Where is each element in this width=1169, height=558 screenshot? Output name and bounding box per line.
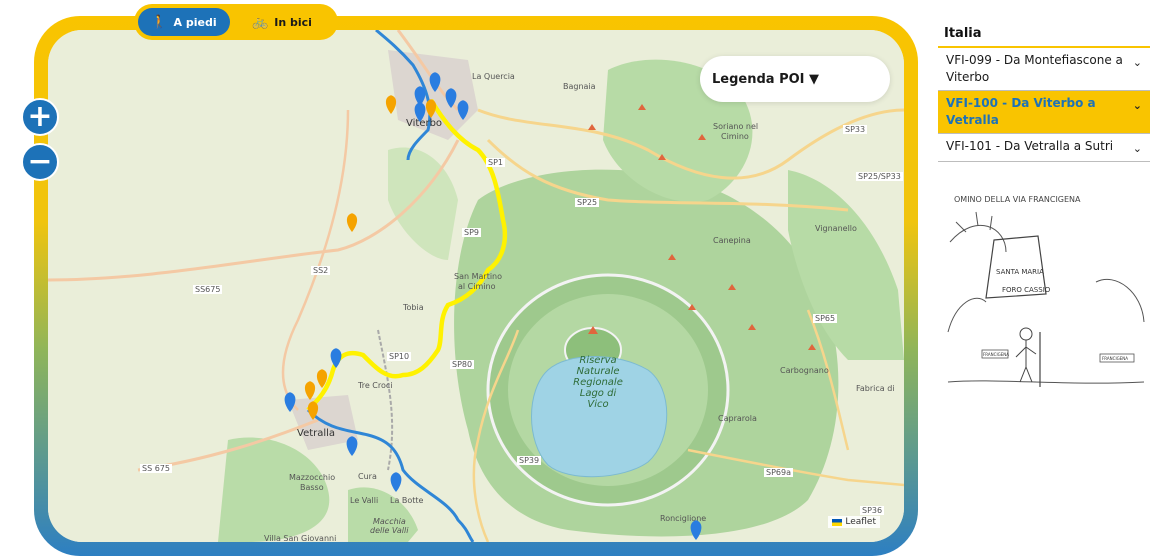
route-item-vfi-101[interactable]: VFI-101 - Da Vetralla a Sutri ⌄ xyxy=(938,134,1150,162)
poi-blue-marker[interactable] xyxy=(690,520,702,540)
poi-orange-marker[interactable] xyxy=(304,381,316,400)
poi-blue-marker[interactable] xyxy=(457,100,469,120)
poi-blue-marker[interactable] xyxy=(414,102,426,122)
drawing-small-sign-right: FRANCIGENA xyxy=(1102,356,1128,361)
drawing-caption: OMINO DELLA VIA FRANCIGENA xyxy=(954,195,1081,204)
poi-layer xyxy=(284,72,702,540)
chevron-down-icon: ⌄ xyxy=(1132,99,1142,112)
zoom-out-button[interactable]: − xyxy=(21,143,59,181)
poi-orange-marker[interactable] xyxy=(307,401,319,420)
drawing-sign2: FORO CASSIO xyxy=(1002,286,1051,294)
route-label: VFI-101 - Da Vetralla a Sutri xyxy=(946,139,1114,153)
chevron-down-icon: ⌄ xyxy=(1132,142,1142,155)
route-label: VFI-099 - Da Montefiascone a Viterbo xyxy=(946,53,1123,84)
poi-blue-marker[interactable] xyxy=(284,392,296,412)
bike-mode-button[interactable]: 🚲 In bici xyxy=(230,8,334,36)
map-attribution[interactable]: Leaflet xyxy=(828,516,880,528)
map-frame: Viterbo La Quercia Bagnaia Soriano nel C… xyxy=(34,16,918,556)
poi-blue-marker[interactable] xyxy=(390,472,402,492)
country-heading: Italia xyxy=(938,20,1150,48)
ukraine-flag-icon xyxy=(832,518,843,526)
route-item-vfi-100[interactable]: VFI-100 - Da Viterbo a Vetralla ⌄ xyxy=(938,91,1150,134)
route-sidebar: Italia VFI-099 - Da Montefiascone a Vite… xyxy=(938,20,1150,162)
travel-mode-toggle: 🚶 A piedi 🚲 In bici xyxy=(134,4,338,40)
route-label: VFI-100 - Da Viterbo a Vetralla xyxy=(946,96,1096,127)
poi-orange-marker[interactable] xyxy=(316,369,328,388)
drawing-sign: SANTA MARIA xyxy=(996,268,1044,276)
poi-orange-marker[interactable] xyxy=(425,99,437,118)
poi-orange-marker[interactable] xyxy=(346,213,358,232)
legend-poi-button[interactable]: Legenda POI ▼ xyxy=(700,56,890,102)
poi-blue-marker[interactable] xyxy=(445,88,457,108)
route-item-vfi-099[interactable]: VFI-099 - Da Montefiascone a Viterbo ⌄ xyxy=(938,48,1150,91)
zoom-in-button[interactable]: + xyxy=(21,98,59,136)
drawing-small-sign-left: FRANCIGENA xyxy=(983,352,1009,357)
poi-blue-marker[interactable] xyxy=(346,436,358,456)
bicycle-icon: 🚲 xyxy=(252,14,269,30)
hiker-icon: 🚶 xyxy=(151,14,168,30)
poi-orange-marker[interactable] xyxy=(385,95,397,114)
poi-blue-marker[interactable] xyxy=(330,348,342,368)
map-canvas[interactable]: Viterbo La Quercia Bagnaia Soriano nel C… xyxy=(48,30,904,542)
poi-blue-marker[interactable] xyxy=(429,72,441,92)
chevron-down-icon: ⌄ xyxy=(1132,56,1142,69)
child-drawing-image: OMINO DELLA VIA FRANCIGENA SANTA MARIA F… xyxy=(946,182,1150,404)
walk-mode-button[interactable]: 🚶 A piedi xyxy=(138,8,230,36)
